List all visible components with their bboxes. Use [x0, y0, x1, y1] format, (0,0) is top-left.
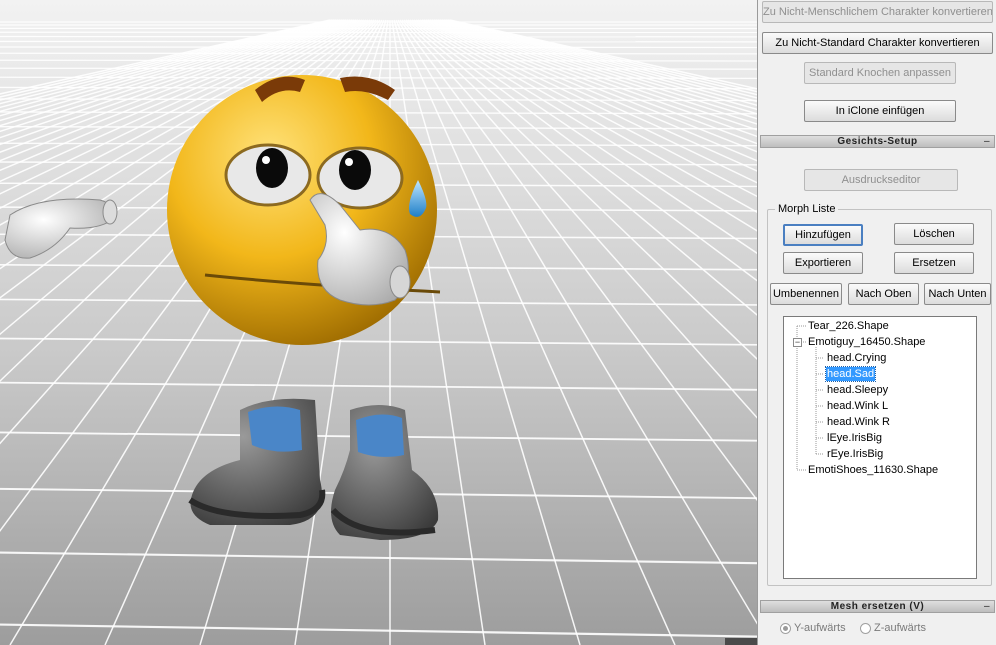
- section-face-setup[interactable]: Gesichts-Setup –: [760, 135, 995, 148]
- morph-tree[interactable]: Tear_226.Shape − Emotiguy_16450.Shape head.…: [783, 316, 977, 579]
- right-panel: Zu Nicht-Menschlichem Charakter konverti…: [757, 0, 996, 645]
- eye-left: [224, 143, 312, 207]
- replace-morph-button[interactable]: Ersetzen: [894, 252, 974, 274]
- radio-dot-icon: [860, 622, 871, 634]
- tree-item[interactable]: Emotiguy_16450.Shape: [807, 335, 926, 349]
- character-model[interactable]: [4, 75, 441, 540]
- viewport-corner-marker: [725, 638, 757, 645]
- tree-item[interactable]: lEye.IrisBig: [826, 431, 883, 445]
- delete-morph-button[interactable]: Löschen: [894, 223, 974, 245]
- expression-editor-button[interactable]: Ausdruckseditor: [804, 169, 958, 191]
- move-up-button[interactable]: Nach Oben: [848, 283, 919, 305]
- shoe-left: [188, 398, 326, 525]
- tree-item[interactable]: EmotiShoes_11630.Shape: [807, 463, 939, 477]
- move-down-button[interactable]: Nach Unten: [924, 283, 991, 305]
- insert-iclone-button[interactable]: In iClone einfügen: [804, 100, 956, 122]
- tree-expand-icon[interactable]: −: [793, 338, 802, 347]
- collapse-icon[interactable]: –: [984, 136, 990, 147]
- tree-item[interactable]: Tear_226.Shape: [807, 319, 890, 333]
- section-face-setup-title: Gesichts-Setup: [837, 136, 918, 147]
- section-mesh-replace[interactable]: Mesh ersetzen (V) –: [760, 600, 995, 613]
- add-morph-button[interactable]: Hinzufügen: [783, 224, 863, 246]
- rename-morph-button[interactable]: Umbenennen: [770, 283, 842, 305]
- morph-list-label: Morph Liste: [775, 203, 839, 215]
- convert-nonstandard-button[interactable]: Zu Nicht-Standard Charakter konvertieren: [762, 32, 993, 54]
- collapse-icon[interactable]: –: [984, 601, 990, 612]
- convert-nonhuman-button[interactable]: Zu Nicht-Menschlichem Charakter konverti…: [762, 1, 993, 23]
- y-up-radio[interactable]: Y-aufwärts: [780, 622, 846, 634]
- face-sphere: [167, 75, 437, 345]
- export-morph-button[interactable]: Exportieren: [783, 252, 863, 274]
- tree-item[interactable]: rEye.IrisBig: [826, 447, 884, 461]
- y-up-label: Y-aufwärts: [794, 622, 846, 634]
- radio-dot-icon: [780, 622, 791, 634]
- tree-item[interactable]: head.Sleepy: [826, 383, 889, 397]
- adjust-bones-button[interactable]: Standard Knochen anpassen: [804, 62, 956, 84]
- 3d-viewport[interactable]: [0, 0, 757, 645]
- tree-item[interactable]: head.Sad: [824, 366, 877, 382]
- tree-item[interactable]: head.Crying: [826, 351, 887, 365]
- tree-item[interactable]: head.Wink R: [826, 415, 891, 429]
- tree-item[interactable]: head.Wink L: [826, 399, 889, 413]
- shoe-right: [330, 405, 439, 540]
- section-mesh-replace-title: Mesh ersetzen (V): [830, 601, 925, 612]
- z-up-label: Z-aufwärts: [874, 622, 926, 634]
- z-up-radio[interactable]: Z-aufwärts: [860, 622, 926, 634]
